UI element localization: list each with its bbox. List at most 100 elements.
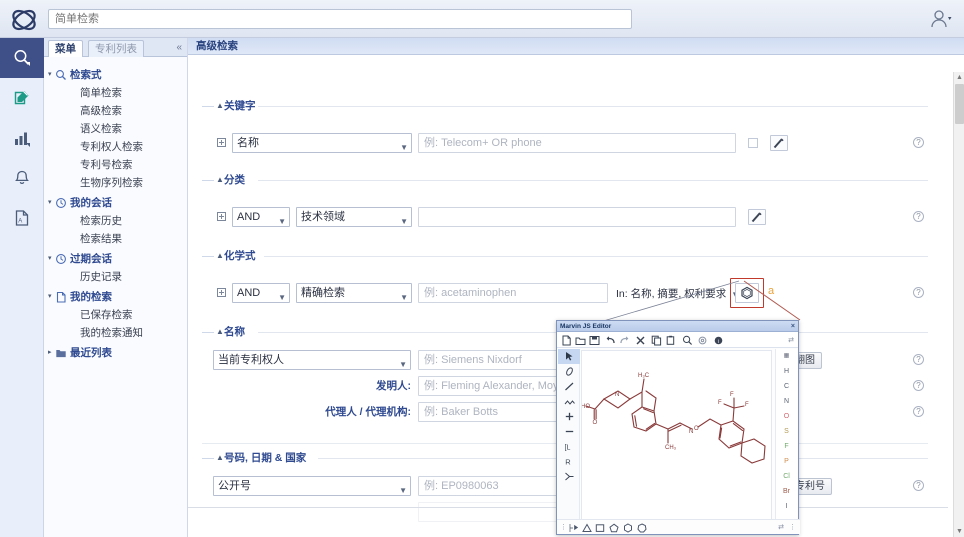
sidebar-item-search-results[interactable]: 检索结果 xyxy=(44,231,187,247)
redo-arrow-icon[interactable] xyxy=(619,335,630,346)
element-S[interactable]: S xyxy=(776,424,797,439)
sidebar-item-semantic-search[interactable]: 语义检索 xyxy=(44,121,187,137)
global-search-input[interactable] xyxy=(48,9,632,29)
sidebar-group-recent-lists[interactable]: ▸ 最近列表 xyxy=(44,345,187,361)
wand-pencil-icon[interactable] xyxy=(748,209,766,225)
template-overflow-icon[interactable]: ⇄ xyxy=(778,523,784,531)
keyword-checkbox[interactable] xyxy=(748,138,758,148)
scroll-down-arrow-icon[interactable]: ▼ xyxy=(954,526,964,537)
help-question-icon[interactable]: ? xyxy=(913,406,924,417)
element-C[interactable]: C xyxy=(776,379,797,394)
cycloheptane-icon[interactable] xyxy=(637,523,647,533)
add-row-icon[interactable] xyxy=(217,288,226,297)
plus-charge-icon[interactable] xyxy=(558,409,580,424)
help-question-icon[interactable]: ? xyxy=(913,211,924,222)
copy-icon[interactable] xyxy=(651,335,662,346)
section-caret-icon[interactable]: ▲ xyxy=(216,249,224,263)
paste-icon[interactable] xyxy=(666,335,677,346)
sidebar-group-expired-sessions[interactable]: ▾ 过期会话 xyxy=(44,251,187,267)
chain-icon[interactable] xyxy=(558,394,580,409)
sidebar-item-saved-searches[interactable]: 已保存检索 xyxy=(44,307,187,323)
delete-x-icon[interactable] xyxy=(635,335,646,346)
tab-menu[interactable]: 菜单 xyxy=(48,40,83,57)
selection-cursor-icon[interactable] xyxy=(558,349,580,364)
help-question-icon[interactable]: ? xyxy=(913,287,924,298)
element-O[interactable]: O xyxy=(776,409,797,424)
sidebar-item-simple-search[interactable]: 简单检索 xyxy=(44,85,187,101)
dialog-title-bar[interactable]: Marvin JS Editor × xyxy=(557,321,798,332)
chemical-operator-select[interactable]: AND ▼ xyxy=(232,283,290,303)
element-F[interactable]: F xyxy=(776,439,797,454)
benzene-icon[interactable] xyxy=(623,523,633,533)
section-caret-icon[interactable]: ▲ xyxy=(216,451,224,465)
tab-patent-list[interactable]: 专利列表 xyxy=(88,40,144,57)
element-Br[interactable]: Br xyxy=(776,484,797,499)
element-N[interactable]: N xyxy=(776,394,797,409)
element-H[interactable]: H xyxy=(776,364,797,379)
section-caret-icon[interactable]: ▲ xyxy=(216,173,224,187)
element-Cl[interactable]: Cl xyxy=(776,469,797,484)
rail-item-search[interactable] xyxy=(0,38,44,78)
charge-icon[interactable]: [L xyxy=(558,439,580,454)
sidebar-item-assignee-search[interactable]: 专利权人检索 xyxy=(44,139,187,155)
number-field-select[interactable]: 公开号 ▼ xyxy=(213,476,411,496)
sidebar-item-bio-sequence-search[interactable]: 生物序列检索 xyxy=(44,175,187,191)
rail-item-export[interactable]: A xyxy=(0,198,44,238)
save-disk-icon[interactable] xyxy=(589,335,600,346)
sidebar-item-search-history[interactable]: 检索历史 xyxy=(44,213,187,229)
add-row-icon[interactable] xyxy=(217,138,226,147)
cyclobutane-icon[interactable] xyxy=(595,523,605,533)
template-more-icon[interactable]: ⋮ xyxy=(789,523,796,531)
sidebar-item-history-records[interactable]: 历史记录 xyxy=(44,269,187,285)
rail-item-analysis[interactable] xyxy=(0,118,44,158)
wand-pencil-icon[interactable] xyxy=(770,135,788,151)
help-question-icon[interactable]: ? xyxy=(913,354,924,365)
help-question-icon[interactable]: ? xyxy=(913,137,924,148)
sidebar-collapse-button[interactable]: « xyxy=(176,41,182,55)
orbit-logo-icon[interactable] xyxy=(6,4,42,36)
template-handle-icon[interactable]: ⋮ xyxy=(560,523,567,531)
classification-field-select[interactable]: 技术领域 ▼ xyxy=(296,207,412,227)
sidebar-group-search-expressions[interactable]: ▾ 检索式 xyxy=(44,67,187,83)
section-caret-icon[interactable]: ▲ xyxy=(216,325,224,339)
section-caret-icon[interactable]: ▲ xyxy=(216,99,224,113)
r-group-icon[interactable]: R xyxy=(558,454,580,469)
user-account-icon[interactable] xyxy=(928,8,954,30)
toolbar-overflow-icon[interactable]: ⇄ xyxy=(788,336,794,344)
sidebar-group-my-searches[interactable]: ▾ 我的检索 xyxy=(44,289,187,305)
chemical-input[interactable]: 例: acetaminophen xyxy=(418,283,608,303)
cyclopentane-icon[interactable] xyxy=(609,523,619,533)
help-question-icon[interactable]: ? xyxy=(913,480,924,491)
sidebar-group-my-sessions[interactable]: ▾ 我的会话 xyxy=(44,195,187,211)
cyclopropane-icon[interactable] xyxy=(582,523,592,533)
single-bond-icon[interactable] xyxy=(558,379,580,394)
reaction-arrow-icon[interactable] xyxy=(558,469,580,484)
main-scrollbar[interactable]: ▲ ▼ xyxy=(953,72,964,537)
periodic-table-icon[interactable]: ▦ xyxy=(776,349,797,364)
rail-item-alerts[interactable] xyxy=(0,158,44,198)
assignee-field-select[interactable]: 当前专利权人 ▼ xyxy=(213,350,411,370)
element-I[interactable]: I xyxy=(776,499,797,514)
undo-arrow-icon[interactable] xyxy=(605,335,616,346)
info-icon[interactable]: i xyxy=(713,335,724,346)
open-folder-icon[interactable] xyxy=(575,335,586,346)
chemical-scope-select[interactable]: In: 名称, 摘要, 权利要求 ▼ xyxy=(616,286,739,301)
sidebar-item-patent-number-search[interactable]: 专利号检索 xyxy=(44,157,187,173)
scrollbar-thumb[interactable] xyxy=(955,84,964,124)
custom-template-icon[interactable] xyxy=(569,523,579,533)
element-P[interactable]: P xyxy=(776,454,797,469)
chemical-mode-select[interactable]: 精确检索 ▼ xyxy=(296,283,412,303)
close-icon[interactable]: × xyxy=(791,321,795,332)
add-row-icon[interactable] xyxy=(217,212,226,221)
sidebar-item-search-alerts[interactable]: 我的检索通知 xyxy=(44,325,187,341)
scroll-up-arrow-icon[interactable]: ▲ xyxy=(954,72,964,83)
classification-operator-select[interactable]: AND ▼ xyxy=(232,207,290,227)
keyword-field-select[interactable]: 名称 ▼ xyxy=(232,133,412,153)
eraser-icon[interactable] xyxy=(558,364,580,379)
zoom-icon[interactable] xyxy=(682,335,693,346)
minus-charge-icon[interactable] xyxy=(558,424,580,439)
keyword-input[interactable]: 例: Telecom+ OR phone xyxy=(418,133,736,153)
new-file-icon[interactable] xyxy=(561,335,572,346)
settings-gear-icon[interactable] xyxy=(697,335,708,346)
classification-input[interactable] xyxy=(418,207,736,227)
